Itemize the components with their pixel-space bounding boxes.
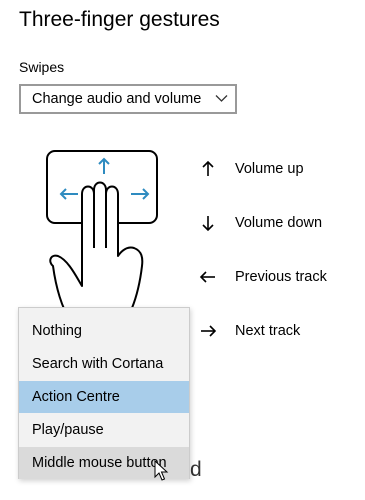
gesture-row-right: Next track — [198, 320, 300, 342]
swipes-label: Swipes — [19, 59, 65, 75]
arrow-right-icon — [201, 325, 217, 337]
chevron-down-icon — [215, 95, 228, 102]
gesture-row-left: Previous track — [198, 266, 327, 288]
dropdown-option-nothing[interactable]: Nothing — [19, 315, 189, 347]
swipes-dropdown[interactable]: Change audio and volume — [19, 84, 237, 114]
dropdown-option-action-centre[interactable]: Action Centre — [19, 381, 189, 413]
arrow-left-icon — [199, 271, 215, 283]
gesture-label-down: Volume down — [235, 215, 323, 231]
dropdown-option-search-with-cortana[interactable]: Search with Cortana — [19, 348, 189, 380]
gesture-label-left: Previous track — [235, 269, 327, 285]
taps-dropdown-list[interactable]: Nothing Search with Cortana Action Centr… — [18, 307, 190, 479]
section-title: Three-finger gestures — [19, 8, 220, 31]
gesture-row-up: Volume up — [198, 158, 304, 180]
arrow-down-icon — [202, 216, 214, 232]
gesture-row-down: Volume down — [198, 212, 322, 234]
gesture-label-right: Next track — [235, 323, 301, 339]
mouse-cursor-icon — [154, 460, 169, 481]
swipes-dropdown-value: Change audio and volume — [32, 91, 202, 107]
gesture-label-up: Volume up — [235, 161, 304, 177]
obscured-heading-fragment: d — [190, 458, 202, 481]
dropdown-option-play-pause[interactable]: Play/pause — [19, 414, 189, 446]
arrow-up-icon — [202, 160, 214, 176]
